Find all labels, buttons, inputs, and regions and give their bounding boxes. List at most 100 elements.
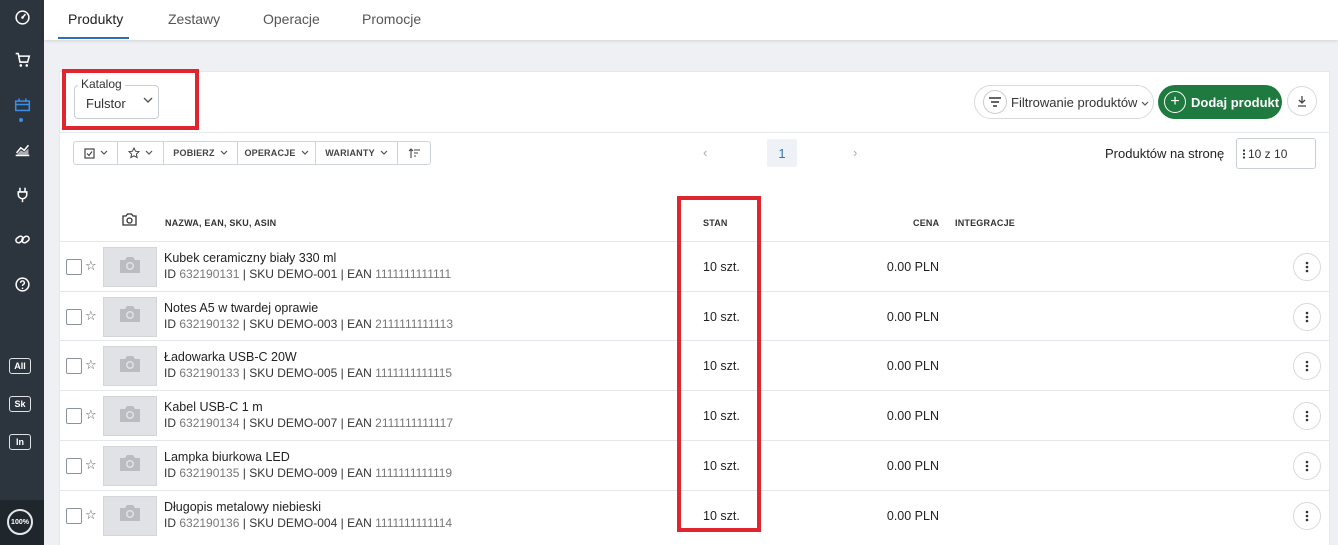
row-checkbox[interactable] <box>66 408 82 425</box>
active-indicator <box>19 118 23 122</box>
more-vertical-icon[interactable] <box>1293 501 1321 530</box>
camera-icon <box>118 504 142 527</box>
header-divider <box>60 132 1330 133</box>
more-vertical-icon[interactable] <box>1293 302 1321 331</box>
sort-icon[interactable] <box>398 142 430 164</box>
per-page-label: Produktów na stronę <box>1105 146 1225 161</box>
product-thumbnail[interactable] <box>103 445 157 486</box>
active-tab-underline <box>58 37 129 39</box>
tab-operacje[interactable]: Operacje <box>263 11 320 27</box>
plus-icon: + <box>1164 91 1186 113</box>
camera-icon <box>118 256 142 279</box>
more-vertical-icon[interactable] <box>1293 253 1321 281</box>
row-checkbox[interactable] <box>66 358 82 375</box>
camera-icon <box>118 405 142 428</box>
download-icon[interactable] <box>1287 86 1317 116</box>
star-icon[interactable]: ☆ <box>85 357 97 373</box>
help-icon[interactable] <box>0 269 44 299</box>
product-name[interactable]: Lampka biurkowa LED <box>164 450 290 464</box>
operacje-label: OPERACJE <box>244 148 296 158</box>
tag-all[interactable]: All <box>9 358 31 374</box>
product-price: 0.00 PLN <box>886 409 939 424</box>
sidebar-footer: 100% <box>0 500 44 545</box>
products-icon[interactable] <box>0 89 44 119</box>
tab-promocje[interactable]: Promocje <box>362 11 421 27</box>
link-icon[interactable] <box>0 224 44 254</box>
star-icon <box>128 147 140 159</box>
tag-sk[interactable]: Sk <box>9 396 31 412</box>
stats-icon[interactable] <box>0 134 44 164</box>
filter-products-button[interactable]: Filtrowanie produktów <box>974 85 1154 119</box>
tag-in[interactable]: In <box>9 434 31 450</box>
star-icon[interactable]: ☆ <box>85 308 97 324</box>
product-thumbnail[interactable] <box>103 396 157 437</box>
tab-zestawy[interactable]: Zestawy <box>168 11 220 27</box>
current-page[interactable]: 1 <box>767 139 797 167</box>
plug-icon[interactable] <box>0 179 44 209</box>
product-price: 0.00 PLN <box>886 458 939 473</box>
camera-icon <box>118 305 142 328</box>
product-meta: ID 632190134 | SKU DEMO-007 | EAN 211111… <box>164 416 453 431</box>
star-icon[interactable]: ☆ <box>85 407 97 423</box>
sidebar: All Sk In 100% <box>0 0 44 545</box>
row-checkbox[interactable] <box>66 507 82 524</box>
progress-indicator[interactable]: 100% <box>7 509 33 535</box>
star-icon[interactable]: ☆ <box>85 457 97 473</box>
more-vertical-icon[interactable] <box>1293 451 1321 480</box>
product-price: 0.00 PLN <box>886 260 939 274</box>
filter-label: Filtrowanie produktów <box>1011 94 1138 110</box>
product-meta: ID 632190133 | SKU DEMO-005 | EAN 111111… <box>164 366 453 381</box>
next-page-button[interactable]: › <box>853 145 857 160</box>
product-meta: ID 632190135 | SKU DEMO-009 | EAN 111111… <box>164 465 453 480</box>
operacje-button[interactable]: OPERACJE <box>238 142 316 164</box>
per-page-value: 10 z 10 <box>1248 146 1288 161</box>
row-checkbox[interactable] <box>66 457 82 474</box>
warianty-label: WARIANTY <box>325 148 375 158</box>
product-name[interactable]: Kabel USB-C 1 m <box>164 400 263 414</box>
warianty-button[interactable]: WARIANTY <box>316 142 398 164</box>
star-icon[interactable]: ☆ <box>85 258 97 274</box>
cart-icon[interactable] <box>0 44 44 74</box>
product-name[interactable]: Długopis metalowy niebieski <box>164 500 321 514</box>
product-thumbnail[interactable] <box>103 247 157 287</box>
top-tabs: Produkty Zestawy Operacje Promocje <box>44 0 1338 40</box>
column-header-integrations: INTEGRACJE <box>955 218 1016 228</box>
favorite-dropdown[interactable] <box>118 142 164 164</box>
row-checkbox[interactable] <box>66 308 82 325</box>
product-meta: ID 632190131 | SKU DEMO-001 | EAN 111111… <box>164 267 452 281</box>
column-header-price[interactable]: CENA <box>913 218 939 228</box>
product-name[interactable]: Ładowarka USB-C 20W <box>164 350 297 364</box>
pobierz-label: POBIERZ <box>173 148 215 158</box>
product-name[interactable]: Notes A5 w twardej oprawie <box>164 301 318 315</box>
per-page-select[interactable]: 10 z 10 <box>1236 138 1316 169</box>
pobierz-button[interactable]: POBIERZ <box>164 142 238 164</box>
more-vertical-icon[interactable] <box>1293 402 1321 431</box>
chevron-down-icon <box>1141 95 1149 110</box>
tab-produkty[interactable]: Produkty <box>68 11 123 27</box>
camera-icon <box>122 213 137 231</box>
product-thumbnail[interactable] <box>103 495 157 536</box>
more-vertical-icon[interactable] <box>1293 352 1321 381</box>
filter-icon <box>983 90 1007 114</box>
product-name[interactable]: Kubek ceramiczny biały 330 ml <box>164 251 336 265</box>
camera-icon <box>118 355 142 378</box>
star-icon[interactable]: ☆ <box>85 507 97 523</box>
prev-page-button[interactable]: ‹ <box>703 145 707 160</box>
select-dropdown[interactable] <box>74 142 118 164</box>
checkbox-icon <box>83 147 95 159</box>
product-thumbnail[interactable] <box>103 296 157 337</box>
row-checkbox[interactable] <box>66 259 82 275</box>
chevron-down-icon <box>301 150 308 155</box>
chevron-down-icon <box>145 150 153 155</box>
chevron-down-icon <box>220 150 228 155</box>
product-price: 0.00 PLN <box>886 309 939 324</box>
highlight-catalog <box>62 69 199 130</box>
add-product-button[interactable]: + Dodaj produkt <box>1158 85 1282 119</box>
dashboard-icon[interactable] <box>0 2 44 32</box>
column-header-name[interactable]: NAZWA, EAN, SKU, ASIN <box>165 218 276 228</box>
more-vertical-icon <box>1242 148 1246 159</box>
product-thumbnail[interactable] <box>103 346 157 387</box>
add-product-label: Dodaj produkt <box>1191 94 1280 110</box>
chevron-down-icon <box>100 150 107 155</box>
product-meta: ID 632190136 | SKU DEMO-004 | EAN 111111… <box>164 515 453 530</box>
